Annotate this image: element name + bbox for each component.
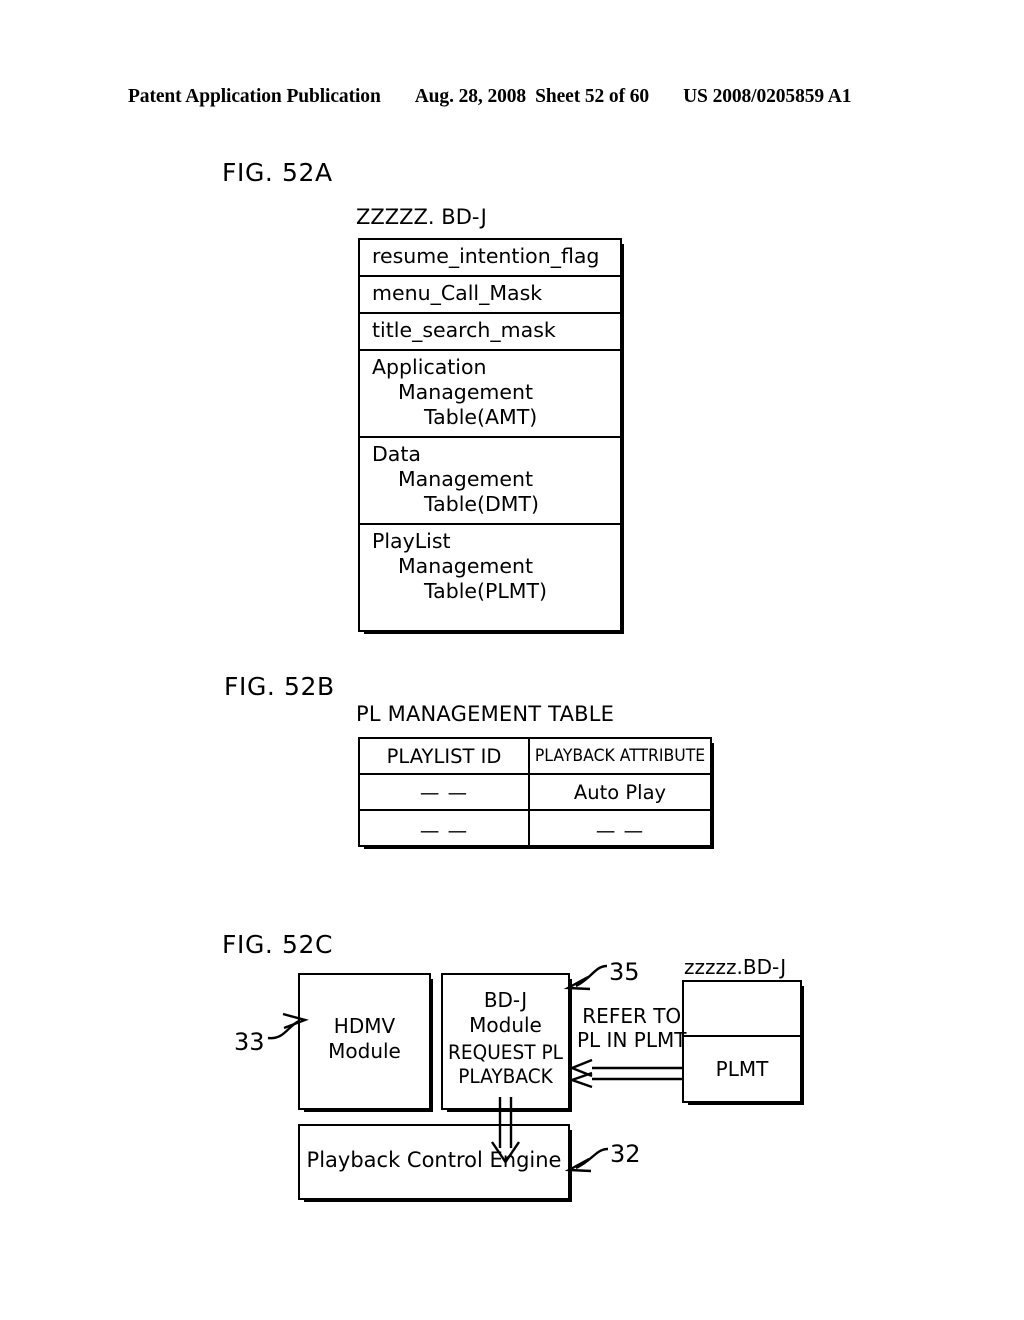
table-header-row: PLAYLIST ID PLAYBACK ATTRIBUTE <box>360 739 710 775</box>
refer-label-line2: PL IN PLMT <box>577 1028 687 1052</box>
table-row: title_search_mask <box>360 314 620 351</box>
figure-52b-caption: PL MANAGEMENT TABLE <box>356 702 615 726</box>
page-header: Patent Application Publication Aug. 28, … <box>128 86 888 112</box>
cell-line-3: Table(PLMT) <box>424 579 547 603</box>
table-row: — — — — <box>360 811 710 849</box>
playback-control-engine-label: Playback Control Engine <box>306 1148 562 1172</box>
table-row: resume_intention_flag <box>360 240 620 277</box>
bdj-object-structure-table: resume_intention_flag menu_Call_Mask tit… <box>358 238 624 634</box>
table-row: Data Management Table(DMT) <box>360 438 620 525</box>
header-date-text: Aug. 28, 2008 <box>414 86 527 107</box>
refer-to-pl-in-plmt-label: REFER TO PL IN PLMT <box>577 1004 686 1052</box>
figure-label-52c: FIG. 52C <box>222 930 334 959</box>
leader-line-35 <box>575 964 608 988</box>
leader-arrowhead-32 <box>564 1157 592 1173</box>
reference-numeral-32: 32 <box>610 1140 641 1168</box>
cell-line-2: Management <box>398 554 534 578</box>
figure-52a-caption: ZZZZZ. BD-J <box>356 205 487 229</box>
bdj-file-empty-cell <box>684 982 800 1037</box>
request-pl-playback-line2: PLAYBACK <box>458 1065 553 1088</box>
cell-line-1: Data <box>372 442 421 466</box>
table-row: — — Auto Play <box>360 775 710 811</box>
table-row: menu_Call_Mask <box>360 277 620 314</box>
table-row: Application Management Table(AMT) <box>360 351 620 438</box>
bdj-module-box: BD-J Module REQUEST PL PLAYBACK <box>441 973 572 1112</box>
reference-numeral-33: 33 <box>234 1028 265 1056</box>
cell-playlist-id: — — <box>360 811 530 849</box>
figure-label-52b: FIG. 52B <box>224 672 335 701</box>
cell-playback-attribute: — — <box>595 818 645 842</box>
table-row: PlayList Management Table(PLMT) <box>360 525 620 610</box>
bdj-module-label-line2: Module <box>469 1013 542 1037</box>
figure-label-52a: FIG. 52A <box>222 158 333 187</box>
cell-line-1: resume_intention_flag <box>372 244 600 268</box>
reference-numeral-35: 35 <box>609 958 640 986</box>
plmt-cell-label: PLMT <box>715 1057 769 1081</box>
cell-line-3: Table(DMT) <box>424 492 540 516</box>
playback-control-engine-box: Playback Control Engine <box>298 1124 572 1202</box>
refer-to-plmt-arrow <box>568 1058 682 1089</box>
leader-line-32 <box>575 1147 609 1170</box>
cell-playlist-id: — — <box>360 775 530 809</box>
request-pl-playback-line1: REQUEST PL <box>448 1041 563 1064</box>
hdmv-module-label-line2: Module <box>328 1039 401 1063</box>
column-header-playback-attribute: PLAYBACK ATTRIBUTE <box>534 746 706 766</box>
hdmv-module-box: HDMV Module <box>298 973 433 1112</box>
leader-arrowhead-35 <box>563 975 591 991</box>
cell-line-1: title_search_mask <box>372 318 556 342</box>
request-pl-playback-label: REQUEST PL PLAYBACK <box>446 1041 565 1089</box>
header-document-number: US 2008/0205859 A1 <box>683 86 852 107</box>
cell-playback-attribute: Auto Play <box>573 780 667 804</box>
cell-line-2: Management <box>398 380 534 404</box>
bdj-module-label: BD-J Module <box>443 988 568 1038</box>
header-sheet-text: Sheet 52 of 60 <box>535 86 650 107</box>
bdj-file-label: zzzzz.BD-J <box>684 955 787 979</box>
hdmv-module-label-line1: HDMV <box>333 1014 396 1038</box>
bdj-file-box: PLMT <box>682 980 804 1105</box>
pl-management-table: PLAYLIST ID PLAYBACK ATTRIBUTE — — Auto … <box>358 737 714 849</box>
leader-line-33 <box>267 1019 300 1040</box>
refer-label-line1: REFER TO <box>582 1004 682 1028</box>
cell-line-1: menu_Call_Mask <box>372 281 543 305</box>
column-header-playlist-id: PLAYLIST ID <box>360 739 530 773</box>
figure-52c-connector-layer <box>267 964 682 1173</box>
cell-line-2: Management <box>398 467 534 491</box>
header-publication-text: Patent Application Publication <box>128 86 381 107</box>
cell-line-3: Table(AMT) <box>424 405 538 429</box>
cell-line-1: Application <box>372 355 487 379</box>
hdmv-module-label: HDMV Module <box>300 1014 429 1064</box>
bdj-module-label-line1: BD-J <box>483 988 528 1012</box>
cell-line-1: PlayList <box>372 529 451 553</box>
